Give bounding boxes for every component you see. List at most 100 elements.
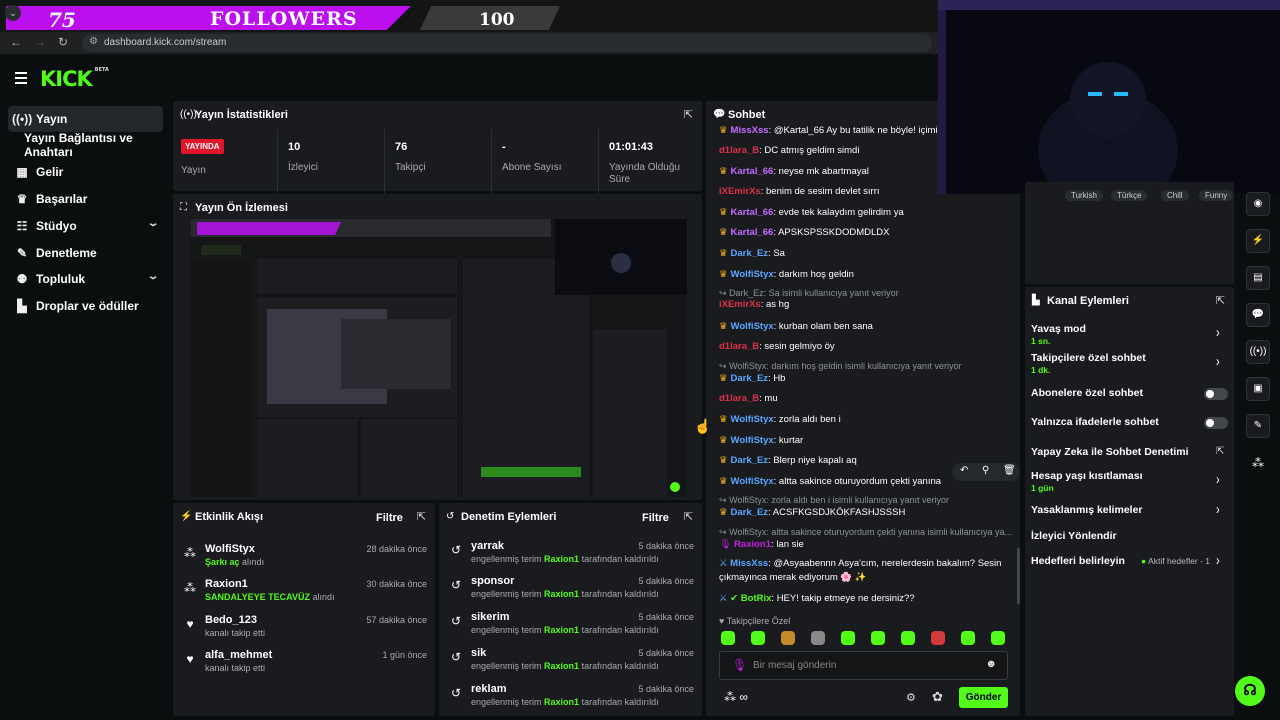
emote-icon[interactable] [781, 631, 795, 645]
chevron-right-icon[interactable]: › [1216, 325, 1220, 341]
moderator-name[interactable]: Raxion1 [544, 589, 579, 599]
wrench-rail-icon[interactable]: ✎ [1246, 414, 1270, 438]
undo-icon[interactable]: ↺ [449, 578, 463, 592]
send-button[interactable]: Gönder [959, 687, 1008, 708]
popout-icon[interactable]: ⇱ [684, 108, 693, 121]
channel-action-item[interactable]: Abonelere özel sohbet [1031, 387, 1143, 399]
sidebar-item-droplar[interactable]: ▙ Droplar ve ödüller [8, 293, 163, 319]
chat-username[interactable]: WolfiStyx [731, 414, 774, 425]
reply-context[interactable]: ↪ WolfiStyx: altta sakince oturuyordum ç… [719, 527, 1012, 538]
kick-logo[interactable]: KICK BETA [40, 67, 109, 91]
channel-action-item[interactable]: Yapay Zeka ile Sohbet Denetimi [1031, 446, 1189, 458]
sidebar-item-yayin[interactable]: ((•)) Yayın [8, 106, 163, 132]
chevron-right-icon[interactable]: › [1216, 502, 1220, 518]
chat-username[interactable]: MissXss [731, 125, 769, 136]
chevron-down-icon[interactable]: ⌄ [147, 218, 160, 229]
emote-icon[interactable] [751, 631, 765, 645]
moderator-name[interactable]: Raxion1 [544, 697, 579, 707]
chat-username[interactable]: Kartal_66 [731, 227, 774, 238]
toggle-switch[interactable] [1204, 388, 1228, 400]
moderator-name[interactable]: Raxion1 [544, 554, 579, 564]
activity-user[interactable]: Bedo_123 [205, 614, 257, 626]
chevron-right-icon[interactable]: › [1216, 553, 1220, 569]
menu-icon[interactable] [15, 72, 27, 87]
sidebar-item-gelir[interactable]: ▦ Gelir [8, 159, 163, 185]
reply-context[interactable]: ↪ WolfiStyx: darkım hoş geldin isimli ku… [719, 361, 961, 372]
channel-action-item[interactable]: Hedefleri belirleyin [1031, 555, 1125, 567]
channel-action-item[interactable]: İzleyici Yönlendir [1031, 530, 1117, 542]
points-icon[interactable]: ⁂ ∞ [724, 690, 748, 704]
external-link-icon[interactable]: ⇱ [1216, 446, 1224, 457]
sidebar-item-topluluk[interactable]: ⚉ Topluluk ⌄ [8, 266, 163, 292]
chevron-down-icon[interactable]: ⌄ [147, 271, 160, 282]
sidebar-item-basarilar[interactable]: ♛ Başarılar [8, 186, 163, 212]
chat-input[interactable]: 🎙 Bir mesaj gönderin ☻ [719, 651, 1008, 680]
more-icon[interactable]: ⁂ [1252, 456, 1264, 470]
tag-chip[interactable]: Funny [1199, 190, 1234, 201]
tag-chip[interactable]: Türkçe [1111, 190, 1148, 201]
undo-icon[interactable]: ↺ [449, 686, 463, 700]
emote-icon[interactable] [961, 631, 975, 645]
chat-username[interactable]: d1lara_B [719, 393, 759, 404]
tag-chip[interactable]: Chill [1161, 190, 1189, 201]
chat-rail-icon[interactable]: 💬 [1246, 303, 1270, 327]
chat-username[interactable]: BotRix [741, 593, 772, 604]
chat-username[interactable]: Dark_Ez [731, 373, 769, 384]
undo-icon[interactable]: ↺ [449, 614, 463, 628]
chevron-right-icon[interactable]: › [1216, 472, 1220, 488]
popout-icon[interactable]: ⇱ [1216, 294, 1225, 307]
chat-username[interactable]: MissXss [730, 558, 768, 569]
tab-dropdown-icon[interactable]: ⌄ [5, 5, 21, 21]
chat-username[interactable]: Kartal_66 [731, 207, 774, 218]
chat-scrollbar[interactable] [1017, 548, 1020, 604]
tag-chip[interactable]: Turkish [1065, 190, 1103, 201]
rewards-icon[interactable]: ✿ [932, 689, 943, 705]
toggle-switch[interactable] [1204, 417, 1228, 429]
delete-icon[interactable]: 🗑 [1003, 465, 1016, 476]
activity-user[interactable]: WolfiStyx [205, 543, 255, 555]
emote-icon[interactable] [931, 631, 945, 645]
reply-icon[interactable]: ↶ [960, 465, 968, 476]
chat-username[interactable]: iXEmirXs [719, 186, 761, 197]
moderator-name[interactable]: Raxion1 [544, 625, 579, 635]
sidebar-item-denetleme[interactable]: ✎ Denetleme [8, 240, 163, 266]
chat-username[interactable]: Dark_Ez [731, 248, 769, 259]
undo-icon[interactable]: ↺ [449, 650, 463, 664]
undo-icon[interactable]: ↺ [449, 543, 463, 557]
activity-user[interactable]: alfa_mehmet [205, 649, 272, 661]
settings-gear-icon[interactable]: ⚙ [906, 691, 916, 704]
chevron-right-icon[interactable]: › [1216, 354, 1220, 370]
reply-context[interactable]: ↪ Dark_Ez: Sa isimli kullanıcıya yanıt v… [719, 288, 899, 299]
filter-button[interactable]: Filtre [376, 512, 403, 524]
chat-username[interactable]: WolfiStyx [731, 435, 774, 446]
chat-username[interactable]: WolfiStyx [731, 269, 774, 280]
stream-preview-video[interactable] [191, 219, 687, 497]
chat-username[interactable]: WolfiStyx [731, 476, 774, 487]
emote-icon[interactable] [901, 631, 915, 645]
layout-icon[interactable]: ▣ [1246, 377, 1270, 401]
document-icon[interactable]: ▤ [1246, 266, 1270, 290]
activity-user[interactable]: Raxion1 [205, 578, 248, 590]
chat-username[interactable]: Dark_Ez [731, 507, 769, 518]
broadcast-rail-icon[interactable]: ((•)) [1246, 340, 1270, 364]
microphone-icon[interactable]: 🎙 [732, 658, 747, 672]
filter-button[interactable]: Filtre [642, 512, 669, 524]
emote-icon[interactable] [841, 631, 855, 645]
channel-action-item[interactable]: Yalnızca ifadelerle sohbet [1031, 416, 1159, 428]
emote-icon[interactable] [721, 631, 735, 645]
popout-icon[interactable]: ⇱ [684, 510, 693, 523]
chat-username[interactable]: d1lara_B [719, 145, 759, 156]
site-settings-icon[interactable]: ⚙ [89, 36, 98, 47]
emote-icon[interactable] [811, 631, 825, 645]
bolt-rail-icon[interactable]: ⚡ [1246, 229, 1270, 253]
chat-username[interactable]: Dark_Ez [731, 455, 769, 466]
chat-username[interactable]: d1lara_B [719, 341, 759, 352]
channel-action-item[interactable]: Yavaş mod 1 sn. [1031, 323, 1086, 346]
sidebar-item-stream-key[interactable]: Yayın Bağlantısı ve Anahtarı [24, 131, 170, 159]
channel-action-item[interactable]: Yasaklanmış kelimeler [1031, 504, 1143, 516]
chat-username[interactable]: iXEmirXs [719, 299, 761, 310]
popout-icon[interactable]: ⇱ [417, 510, 426, 523]
chat-username[interactable]: WolfiStyx [731, 321, 774, 332]
sidebar-item-studyo[interactable]: ☷ Stüdyo ⌄ [8, 213, 163, 239]
moderator-name[interactable]: Raxion1 [544, 661, 579, 671]
